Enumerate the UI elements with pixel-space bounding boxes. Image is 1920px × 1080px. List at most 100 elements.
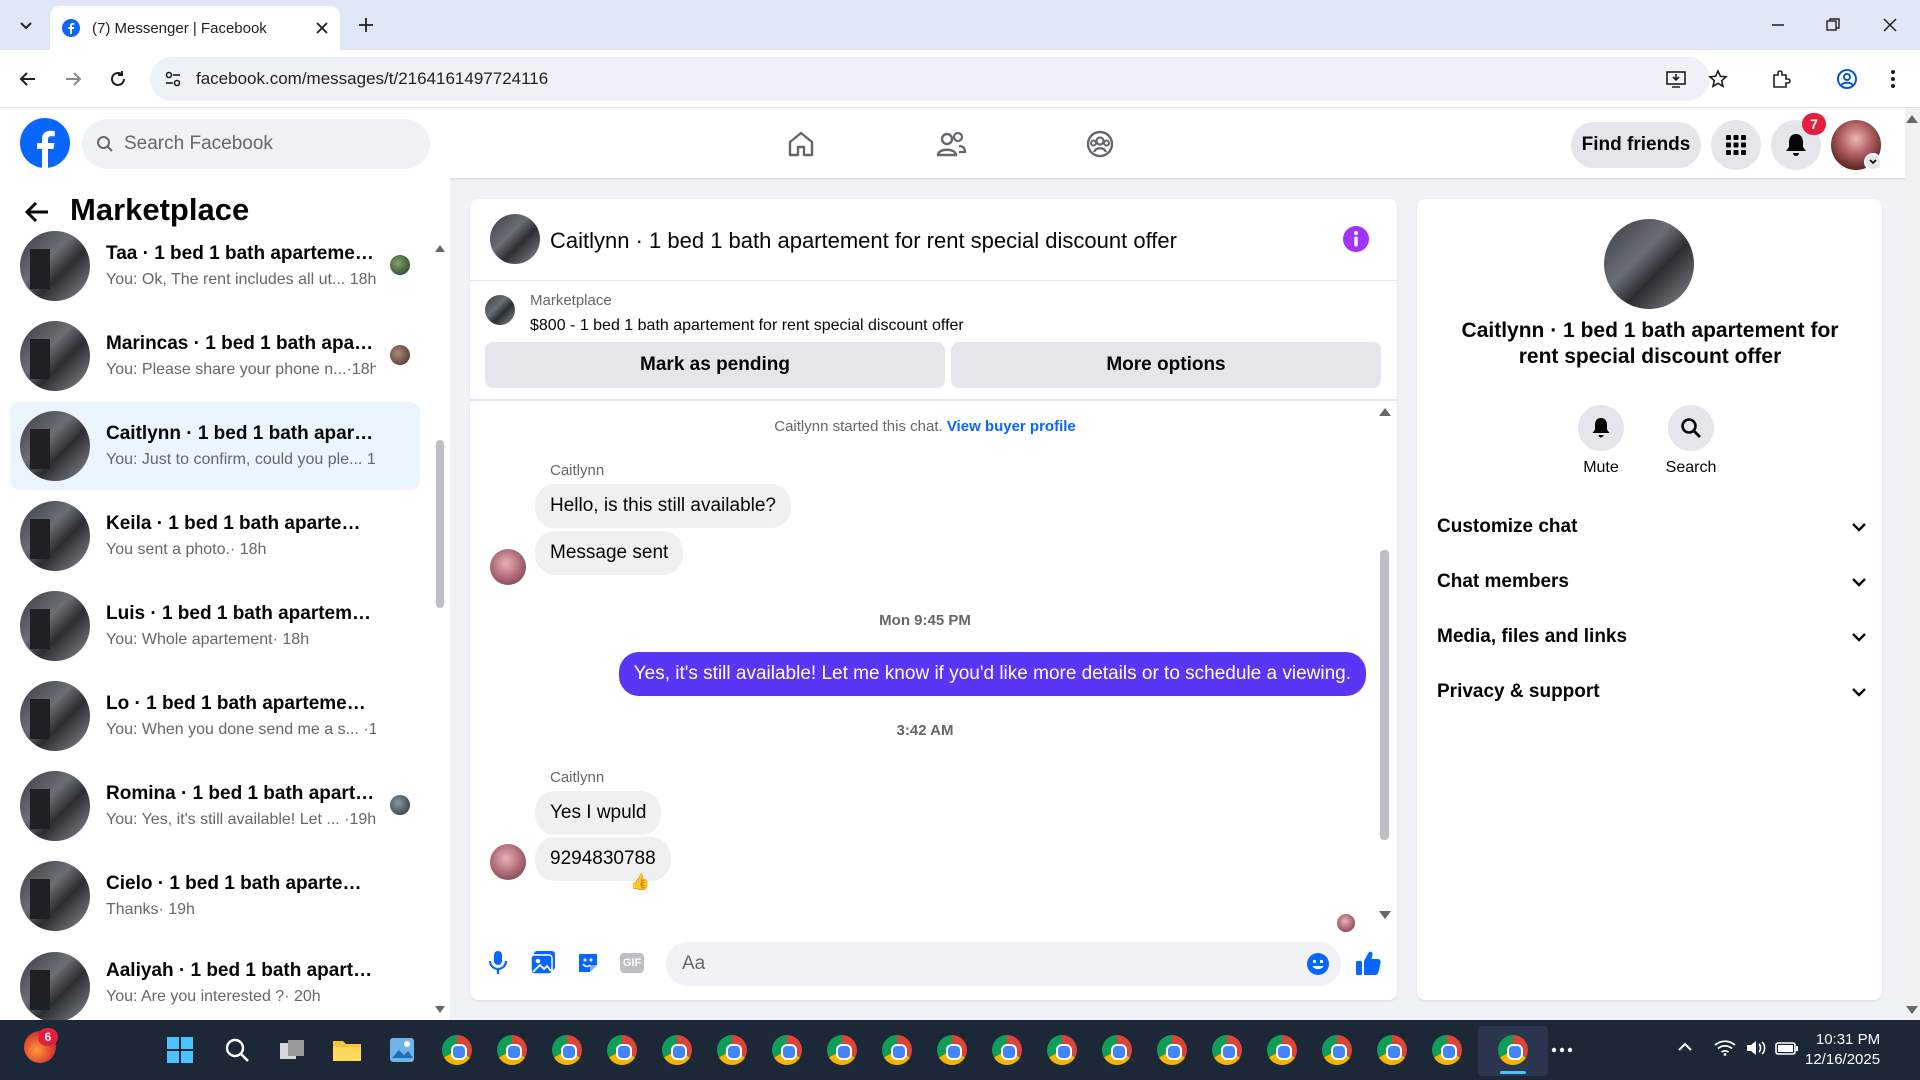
back-arrow-icon[interactable] (24, 200, 50, 224)
sidebar-scroll-up-icon[interactable] (435, 244, 445, 252)
info-icon[interactable] (1342, 225, 1370, 253)
sender-avatar[interactable] (490, 844, 526, 880)
chrome-window-icon[interactable] (988, 1031, 1026, 1069)
chat-scrollbar[interactable] (1380, 550, 1389, 840)
wifi-icon[interactable] (1714, 1040, 1736, 1056)
chrome-window-icon[interactable] (713, 1031, 751, 1069)
browser-tab[interactable]: (7) Messenger | Facebook (50, 6, 340, 50)
page-scrollbar[interactable] (1905, 108, 1920, 1020)
chat-listing-thumbnail[interactable] (490, 214, 540, 264)
page-scroll-up-icon[interactable] (1906, 114, 1918, 123)
conversation-item[interactable]: Marincas · 1 bed 1 bath aparte... You: P… (10, 312, 420, 400)
tab-close-icon[interactable] (316, 22, 328, 34)
conversation-item-active[interactable]: Caitlynn · 1 bed 1 bath aparteme... You:… (10, 402, 420, 490)
chrome-window-icon[interactable] (1043, 1031, 1081, 1069)
chat-title[interactable]: Caitlynn · 1 bed 1 bath apartement for r… (550, 228, 1177, 254)
message-input[interactable]: Aa (666, 942, 1341, 986)
chrome-window-icon[interactable] (1318, 1031, 1356, 1069)
incoming-message[interactable]: Message sent (535, 531, 684, 575)
windows-start-icon[interactable] (161, 1031, 199, 1069)
account-chevron-icon[interactable] (1864, 153, 1882, 171)
chrome-window-icon[interactable] (1098, 1031, 1136, 1069)
conversation-item[interactable]: Cielo · 1 bed 1 bath apartement f... Tha… (10, 852, 420, 940)
incoming-message[interactable]: Hello, is this still available? (535, 484, 791, 528)
profile-icon[interactable] (1829, 61, 1865, 97)
more-apps-icon[interactable] (1543, 1031, 1581, 1069)
chrome-window-icon[interactable] (823, 1031, 861, 1069)
chat-scroll-down-icon[interactable] (1379, 911, 1391, 920)
chrome-window-icon[interactable] (1428, 1031, 1466, 1069)
facebook-search-input[interactable]: Search Facebook (82, 119, 430, 169)
sender-avatar[interactable] (490, 549, 526, 585)
task-view-icon[interactable] (273, 1031, 311, 1069)
photo-icon[interactable] (530, 950, 556, 976)
chrome-window-icon[interactable] (768, 1031, 806, 1069)
chrome-active-window-icon[interactable] (1494, 1031, 1532, 1069)
chrome-window-icon[interactable] (603, 1031, 641, 1069)
minimize-icon[interactable] (1760, 7, 1796, 43)
incoming-message[interactable]: 9294830788 (535, 837, 671, 881)
media-files-links-row[interactable]: Media, files and links (1437, 617, 1867, 657)
thumbs-up-reaction-icon[interactable]: 👍 (630, 872, 650, 892)
reload-icon[interactable] (100, 61, 136, 97)
privacy-support-row[interactable]: Privacy & support (1437, 672, 1867, 712)
mark-as-pending-button[interactable]: Mark as pending (485, 342, 945, 388)
chrome-window-icon[interactable] (1263, 1031, 1301, 1069)
back-icon[interactable] (10, 61, 46, 97)
sidebar-scrollbar[interactable] (436, 440, 444, 608)
chrome-menu-icon[interactable] (1875, 61, 1911, 97)
outgoing-message[interactable]: Yes, it's still available! Let me know i… (618, 652, 1366, 696)
customize-chat-row[interactable]: Customize chat (1437, 507, 1867, 547)
menu-grid-button[interactable] (1711, 120, 1761, 170)
battery-icon[interactable] (1775, 1040, 1799, 1056)
facebook-logo-icon[interactable] (20, 118, 70, 168)
conversation-item[interactable]: Aaliyah · 1 bed 1 bath aparteme... You: … (10, 942, 420, 1020)
home-nav-icon[interactable] (756, 114, 846, 174)
new-tab-icon[interactable] (348, 7, 384, 43)
chrome-window-icon[interactable] (493, 1031, 531, 1069)
system-clock[interactable]: 10:31 PM 12/16/2025 (1805, 1030, 1880, 1070)
chrome-window-icon[interactable] (658, 1031, 696, 1069)
like-thumb-icon[interactable] (1354, 949, 1382, 977)
sticker-icon[interactable] (576, 951, 600, 975)
view-buyer-profile-link[interactable]: View buyer profile (947, 418, 1076, 435)
close-window-icon[interactable] (1872, 7, 1908, 43)
chat-members-row[interactable]: Chat members (1437, 562, 1867, 602)
restore-icon[interactable] (1815, 7, 1851, 43)
chrome-window-icon[interactable] (878, 1031, 916, 1069)
chrome-window-icon[interactable] (1373, 1031, 1411, 1069)
incoming-message[interactable]: Yes I wpuld (535, 791, 662, 835)
conversation-item[interactable]: Luis · 1 bed 1 bath apartement f... You:… (10, 582, 420, 670)
site-settings-icon[interactable] (164, 70, 182, 88)
chrome-window-icon[interactable] (1153, 1031, 1191, 1069)
photos-app-icon[interactable] (383, 1031, 421, 1069)
forward-icon[interactable] (55, 61, 91, 97)
taskbar-search-icon[interactable] (218, 1031, 256, 1069)
chrome-window-icon[interactable] (548, 1031, 586, 1069)
volume-icon[interactable] (1746, 1040, 1768, 1056)
page-scroll-down-icon[interactable] (1906, 1006, 1918, 1015)
gif-button[interactable]: GIF (620, 953, 644, 973)
friends-nav-icon[interactable] (906, 114, 996, 174)
chrome-window-icon[interactable] (1208, 1031, 1246, 1069)
bookmark-star-icon[interactable] (1700, 61, 1736, 97)
file-explorer-icon[interactable] (328, 1031, 366, 1069)
extensions-icon[interactable] (1763, 61, 1799, 97)
find-friends-button[interactable]: Find friends (1571, 122, 1701, 168)
address-bar[interactable]: facebook.com/messages/t/2164161497724116 (150, 57, 1710, 101)
groups-nav-icon[interactable] (1055, 114, 1145, 174)
chat-scroll-up-icon[interactable] (1379, 407, 1391, 416)
conversation-item[interactable]: Lo · 1 bed 1 bath apartement for... You:… (10, 672, 420, 760)
tray-chevron-icon[interactable] (1677, 1042, 1693, 1052)
chrome-window-icon[interactable] (438, 1031, 476, 1069)
sidebar-scroll-down-icon[interactable] (435, 1006, 445, 1014)
conversation-item[interactable]: Taa · 1 bed 1 bath apartement ... You: O… (10, 222, 420, 310)
chrome-window-icon[interactable] (933, 1031, 971, 1069)
conversation-item[interactable]: Romina · 1 bed 1 bath aparte... You: Yes… (10, 762, 420, 850)
listing-description[interactable]: $800 - 1 bed 1 bath apartement for rent … (530, 317, 964, 335)
emoji-icon[interactable] (1306, 952, 1330, 976)
tab-search-dropdown-icon[interactable] (8, 7, 44, 43)
microphone-icon[interactable] (487, 950, 509, 976)
more-options-button[interactable]: More options (951, 342, 1381, 388)
mute-button[interactable]: Mute (1556, 405, 1646, 477)
